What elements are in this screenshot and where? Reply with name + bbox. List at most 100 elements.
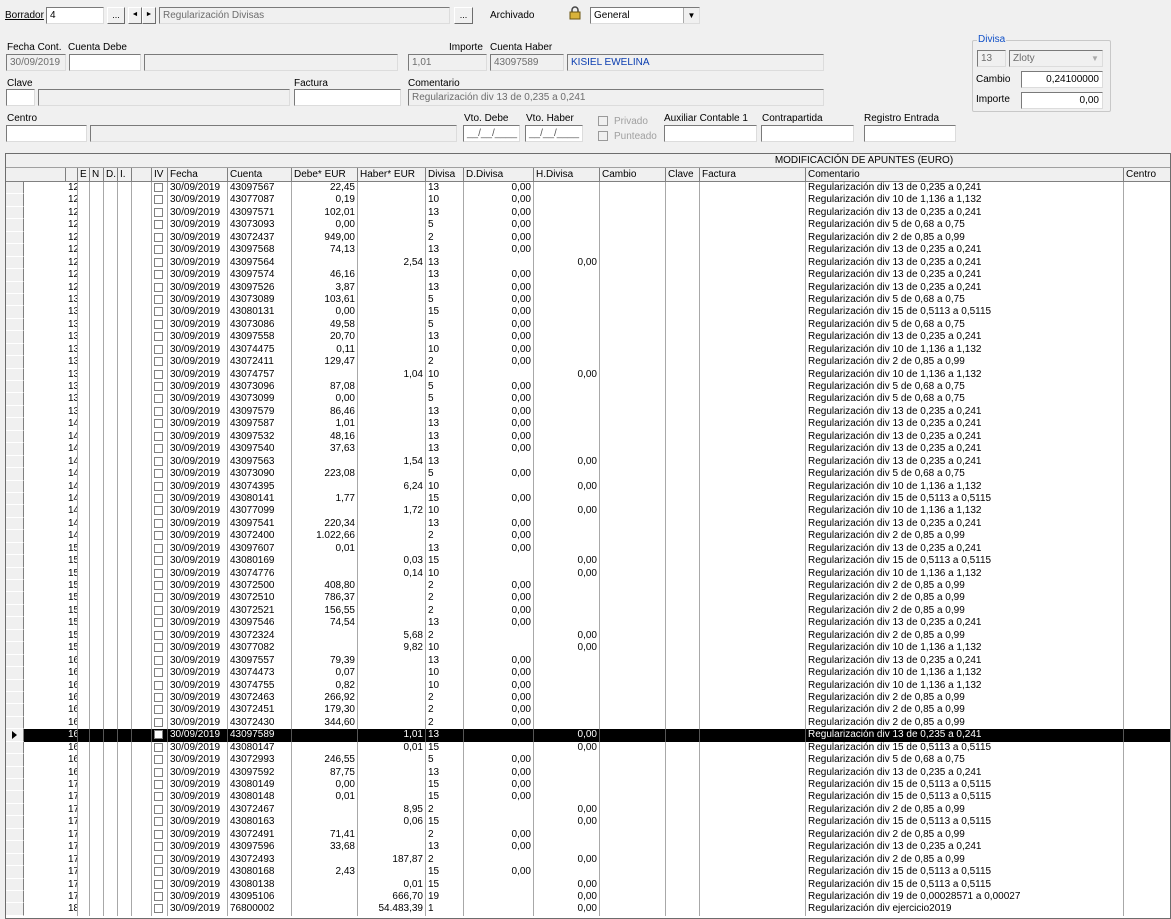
lock-icon[interactable] bbox=[569, 6, 581, 20]
row-indicator[interactable] bbox=[6, 256, 24, 270]
iv-checkbox[interactable] bbox=[154, 506, 163, 516]
row-indicator[interactable] bbox=[6, 890, 24, 904]
iv-checkbox[interactable] bbox=[154, 630, 163, 640]
row-indicator[interactable] bbox=[6, 853, 24, 867]
vto-debe-input[interactable]: __/__/____ bbox=[463, 125, 520, 142]
iv-checkbox[interactable] bbox=[154, 419, 163, 429]
next-borrador-button[interactable]: ► bbox=[142, 7, 156, 24]
grid-header-h-divisa[interactable]: H.Divisa bbox=[534, 168, 600, 181]
row-indicator[interactable] bbox=[6, 505, 24, 518]
table-row[interactable]: 126 30/09/20194309756874,13 130,00 Regulari… bbox=[6, 244, 1170, 257]
table-row[interactable]: 132 30/09/20194307308649,58 50,00 Regulariz… bbox=[6, 318, 1170, 332]
row-indicator[interactable] bbox=[6, 368, 24, 381]
row-indicator[interactable] bbox=[6, 642, 24, 655]
iv-checkbox[interactable] bbox=[154, 394, 163, 404]
iv-checkbox[interactable] bbox=[154, 232, 163, 242]
clave-input[interactable] bbox=[6, 89, 35, 106]
table-row[interactable]: 135 30/09/201943072411129,47 20,00 Regulari… bbox=[6, 356, 1170, 369]
row-indicator[interactable] bbox=[6, 828, 24, 842]
grid-header-fecha[interactable]: Fecha bbox=[168, 168, 228, 181]
iv-checkbox[interactable] bbox=[154, 593, 163, 603]
table-row[interactable]: 163 30/09/201943072463266,92 20,00 Regulari… bbox=[6, 691, 1170, 705]
iv-checkbox[interactable] bbox=[154, 668, 163, 678]
divisa-name-select[interactable]: Zloty ▼ bbox=[1009, 50, 1103, 67]
iv-checkbox[interactable] bbox=[154, 518, 163, 528]
grid-header-comentario[interactable]: Comentario bbox=[806, 168, 1124, 181]
grid-header-iv[interactable]: IV bbox=[152, 168, 168, 181]
table-row[interactable]: 148 30/09/201943097541220,34 130,00 Regular… bbox=[6, 517, 1170, 531]
iv-checkbox[interactable] bbox=[154, 867, 163, 877]
table-row[interactable]: 144 30/09/201943073090223,08 50,00 Regulari… bbox=[6, 468, 1170, 481]
iv-checkbox[interactable] bbox=[154, 220, 163, 230]
row-indicator[interactable] bbox=[6, 443, 24, 456]
table-row[interactable]: 156 30/09/20194309754674,54 130,00 Regulari… bbox=[6, 617, 1170, 630]
iv-checkbox[interactable] bbox=[154, 581, 163, 590]
row-indicator[interactable] bbox=[6, 654, 24, 668]
iv-checkbox[interactable] bbox=[154, 543, 163, 553]
row-indicator[interactable] bbox=[6, 766, 24, 779]
row-indicator[interactable] bbox=[6, 691, 24, 705]
table-row[interactable]: 177 30/09/2019430801682,43 150,00 Regulariz… bbox=[6, 866, 1170, 879]
grid-header-d-divisa[interactable]: D.Divisa bbox=[464, 168, 534, 181]
table-row[interactable]: 150 30/09/2019430976070,01 130,00 Regulariz… bbox=[6, 542, 1170, 556]
iv-checkbox[interactable] bbox=[154, 406, 163, 416]
row-indicator[interactable] bbox=[6, 331, 24, 344]
grid-header-e[interactable]: E bbox=[78, 168, 90, 181]
iv-checkbox[interactable] bbox=[154, 804, 163, 814]
row-indicator[interactable] bbox=[6, 592, 24, 605]
iv-checkbox[interactable] bbox=[154, 481, 163, 491]
iv-checkbox[interactable] bbox=[154, 282, 163, 292]
table-row[interactable]: 167 30/09/201943080147 0,0115 0,00 Regulariz… bbox=[6, 741, 1170, 755]
iv-checkbox[interactable] bbox=[154, 618, 163, 628]
divisa-importe-input[interactable]: 0,00 bbox=[1021, 92, 1103, 109]
table-row[interactable]: 136 30/09/201943074757 1,0410 0,00 Regulariz… bbox=[6, 368, 1170, 381]
iv-checkbox[interactable] bbox=[154, 207, 163, 217]
fecha-cont-input[interactable]: 30/09/2019 bbox=[6, 54, 66, 71]
grid-header-cambio[interactable]: Cambio bbox=[600, 168, 666, 181]
row-indicator[interactable] bbox=[6, 430, 24, 444]
table-row[interactable]: 125 30/09/201943072437949,00 20,00 Regulari… bbox=[6, 231, 1170, 245]
iv-checkbox[interactable] bbox=[154, 717, 163, 727]
iv-checkbox[interactable] bbox=[154, 692, 163, 702]
row-indicator[interactable] bbox=[6, 517, 24, 531]
row-indicator[interactable] bbox=[6, 281, 24, 294]
table-row[interactable]: 165 30/09/201943072430344,60 20,00 Regulari… bbox=[6, 716, 1170, 730]
row-indicator[interactable] bbox=[6, 182, 24, 195]
row-indicator[interactable] bbox=[6, 866, 24, 879]
table-row[interactable]: 13130/09/2019430801310,00150,00Regulariz… bbox=[6, 306, 1170, 319]
row-indicator[interactable] bbox=[6, 841, 24, 854]
grid-header-debe-eur[interactable]: Debe* EUR bbox=[292, 168, 358, 181]
grid-header-divisa[interactable]: Divisa bbox=[426, 168, 464, 181]
grid-header-d[interactable]: D. bbox=[104, 168, 118, 181]
row-indicator[interactable] bbox=[6, 418, 24, 431]
table-row[interactable]: 157 30/09/201943072324 5,682 0,00 Regulariza… bbox=[6, 629, 1170, 643]
iv-checkbox[interactable] bbox=[154, 319, 163, 329]
table-row[interactable]: 12430/09/2019430730930,0050,00Regulariza… bbox=[6, 219, 1170, 232]
table-row[interactable]: 128 30/09/20194309757446,16 130,00 Regulari… bbox=[6, 269, 1170, 282]
table-row[interactable]: 160 30/09/20194309755779,39 130,00 Regulari… bbox=[6, 654, 1170, 668]
table-row[interactable]: 145 30/09/201943074395 6,2410 0,00 Regulariz… bbox=[6, 480, 1170, 493]
row-indicator[interactable] bbox=[6, 343, 24, 357]
registro-entrada-input[interactable] bbox=[864, 125, 956, 142]
row-indicator[interactable] bbox=[6, 381, 24, 394]
iv-checkbox[interactable] bbox=[154, 879, 163, 889]
table-row[interactable]: 155 30/09/201943072521156,55 20,00 Regulari… bbox=[6, 604, 1170, 618]
row-indicator[interactable] bbox=[6, 393, 24, 406]
iv-checkbox[interactable] bbox=[154, 891, 163, 901]
table-row[interactable]: 147 30/09/201943077099 1,7210 0,00 Regulariz… bbox=[6, 505, 1170, 518]
table-row[interactable]: 146 30/09/2019430801411,77 150,00 Regulariz… bbox=[6, 492, 1170, 506]
table-row[interactable]: 171 30/09/2019430801480,01 150,00 Regulariz… bbox=[6, 791, 1170, 804]
iv-checkbox[interactable] bbox=[154, 556, 163, 566]
table-row[interactable]: 173 30/09/201943080163 0,0615 0,00 Regulariz… bbox=[6, 816, 1170, 829]
grid-header-factura[interactable]: Factura bbox=[700, 168, 806, 181]
iv-checkbox[interactable] bbox=[154, 270, 163, 280]
iv-checkbox[interactable] bbox=[154, 307, 163, 317]
iv-checkbox[interactable] bbox=[154, 531, 163, 541]
table-row[interactable]: 139 30/09/20194309757986,46 130,00 Regulari… bbox=[6, 405, 1170, 419]
description-lookup-button[interactable]: ... bbox=[454, 7, 473, 24]
row-indicator[interactable] bbox=[6, 754, 24, 767]
row-indicator[interactable] bbox=[6, 604, 24, 618]
table-row[interactable]: 172 30/09/201943072467 8,952 0,00 Regulariza… bbox=[6, 803, 1170, 817]
row-indicator[interactable] bbox=[6, 679, 24, 692]
table-row[interactable]: 178 30/09/201943080138 0,0115 0,00 Regulariz… bbox=[6, 878, 1170, 891]
